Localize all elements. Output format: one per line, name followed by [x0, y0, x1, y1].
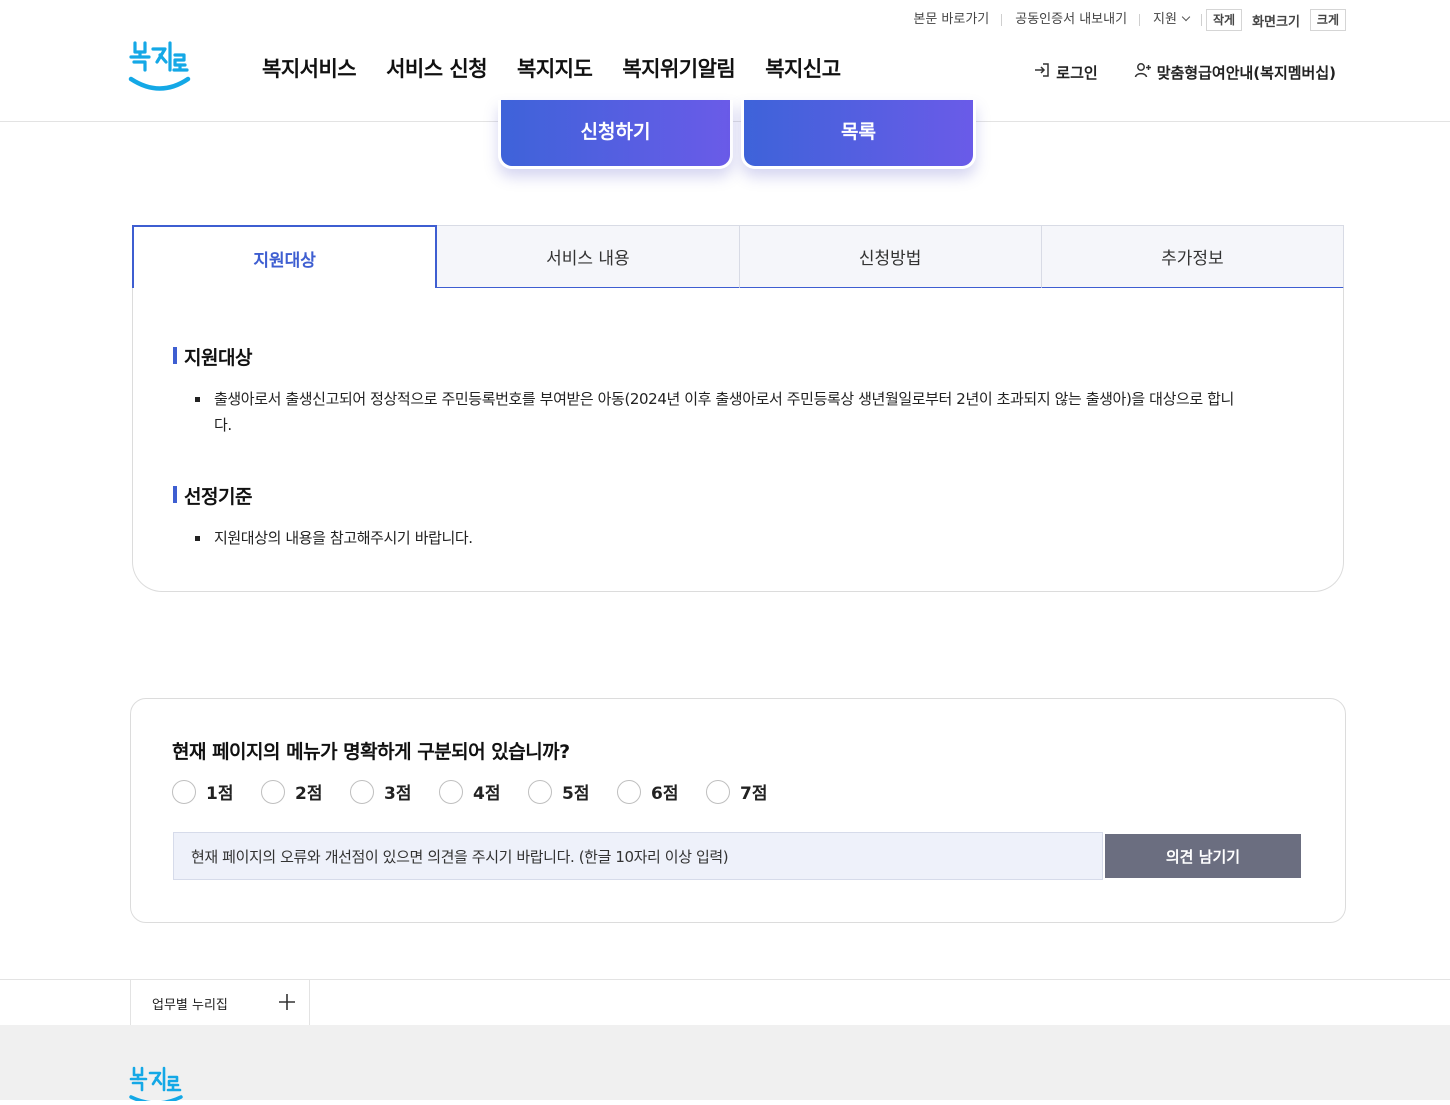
rating-option-2[interactable]: 2점 — [261, 779, 350, 804]
radio-button[interactable] — [439, 779, 463, 804]
target-description-continuation: 다. — [214, 416, 232, 434]
boksiro-logo[interactable] — [128, 40, 192, 94]
rating-option-1[interactable]: 1점 — [172, 779, 261, 804]
site-footer — [0, 1025, 1450, 1105]
rating-label: 1점 — [206, 784, 234, 804]
rating-label: 2점 — [295, 784, 323, 804]
list-item: 출생아로서 출생신고되어 정상적으로 주민등록번호를 부여받은 아동(2024년… — [195, 386, 1295, 438]
nav-welfare-map[interactable]: 복지지도 — [517, 53, 593, 83]
list-button[interactable]: 목록 — [741, 100, 976, 169]
tab-apply-method[interactable]: 신청방법 — [739, 225, 1042, 289]
user-add-icon — [1134, 61, 1152, 83]
radio-button[interactable] — [172, 779, 196, 804]
nav-welfare-report[interactable]: 복지신고 — [765, 53, 841, 83]
radio-button[interactable] — [528, 779, 552, 804]
login-icon — [1033, 61, 1051, 83]
satisfaction-survey: 현재 페이지의 메뉴가 명확하게 구분되어 있습니까? 1점 2점 3점 4점 … — [130, 698, 1346, 923]
survey-question: 현재 페이지의 메뉴가 명확하게 구분되어 있습니까? — [172, 741, 570, 763]
agency-sites-label: 업무별 누리집 — [152, 997, 228, 1013]
action-buttons: 신청하기 목록 — [498, 100, 976, 169]
list-item: 지원대상의 내용을 참고해주시기 바랍니다. — [195, 525, 1295, 551]
rating-label: 5점 — [562, 784, 590, 804]
rating-label: 4점 — [473, 784, 501, 804]
font-larger-button[interactable]: 크게 — [1309, 9, 1346, 31]
section-title-criteria: 선정기준 — [173, 482, 252, 509]
agency-sites-toggle[interactable]: 업무별 누리집 — [130, 980, 310, 1026]
radio-button[interactable] — [617, 779, 641, 804]
main-nav: 복지서비스 서비스 신청 복지지도 복지위기알림 복지신고 — [262, 53, 841, 83]
tab-target[interactable]: 지원대상 — [132, 225, 438, 289]
skip-to-content-link[interactable]: 본문 바로가기 — [900, 8, 1003, 32]
feedback-placeholder: 현재 페이지의 오류와 개선점이 있으면 의견을 주시기 바랍니다. (한글 1… — [191, 847, 729, 866]
rating-label: 6점 — [651, 784, 679, 804]
rating-option-5[interactable]: 5점 — [528, 779, 617, 804]
rating-label: 7점 — [740, 784, 768, 804]
nav-crisis-alert[interactable]: 복지위기알림 — [622, 53, 735, 83]
tab-panel: 지원대상 출생아로서 출생신고되어 정상적으로 주민등록번호를 부여받은 아동(… — [132, 288, 1344, 592]
radio-button[interactable] — [706, 779, 730, 804]
support-dropdown[interactable]: 지원 — [1140, 8, 1202, 32]
target-description-line: 출생아로서 출생신고되어 정상적으로 주민등록번호를 부여받은 아동(2024년… — [214, 390, 1234, 408]
chevron-down-icon — [1181, 12, 1191, 22]
feedback-input[interactable]: 현재 페이지의 오류와 개선점이 있으면 의견을 주시기 바랍니다. (한글 1… — [173, 832, 1103, 880]
membership-link[interactable]: 맞춤형급여안내(복지멤버십) — [1134, 61, 1336, 83]
membership-label: 맞춤형급여안내(복지멤버십) — [1156, 63, 1336, 82]
login-label: 로그인 — [1056, 63, 1098, 82]
tab-additional-info[interactable]: 추가정보 — [1041, 225, 1344, 289]
footer-link-bar: 업무별 누리집 — [0, 979, 1450, 1026]
info-tabs: 지원대상 서비스 내용 신청방법 추가정보 — [132, 225, 1344, 289]
font-smaller-button[interactable]: 작게 — [1205, 9, 1243, 31]
header-user-menu: 로그인 맞춤형급여안내(복지멤버십) — [1033, 61, 1336, 83]
footer-logo — [128, 1065, 184, 1105]
rating-label: 3점 — [384, 784, 412, 804]
support-label: 지원 — [1153, 12, 1177, 27]
radio-button[interactable] — [261, 779, 285, 804]
survey-options: 1점 2점 3점 4점 5점 6점 7점 — [172, 779, 795, 804]
rating-option-4[interactable]: 4점 — [439, 779, 528, 804]
font-size-control: 작게 화면크기 크게 — [1205, 9, 1346, 31]
section-title-target: 지원대상 — [173, 343, 252, 370]
font-size-label: 화면크기 — [1252, 14, 1300, 30]
nav-service-apply[interactable]: 서비스 신청 — [386, 53, 487, 83]
nav-welfare-service[interactable]: 복지서비스 — [262, 53, 357, 83]
radio-button[interactable] — [350, 779, 374, 804]
criteria-description: 지원대상의 내용을 참고해주시기 바랍니다. — [214, 529, 473, 547]
tab-service-content[interactable]: 서비스 내용 — [437, 225, 740, 289]
rating-option-7[interactable]: 7점 — [706, 779, 795, 804]
rating-option-3[interactable]: 3점 — [350, 779, 439, 804]
rating-option-6[interactable]: 6점 — [617, 779, 706, 804]
apply-button[interactable]: 신청하기 — [498, 100, 733, 169]
utility-bar: 본문 바로가기 공동인증서 내보내기 지원 작게 화면크기 크게 — [900, 8, 1346, 32]
cert-export-link[interactable]: 공동인증서 내보내기 — [1002, 8, 1140, 32]
plus-icon — [279, 994, 295, 1010]
submit-feedback-button[interactable]: 의견 남기기 — [1105, 834, 1301, 878]
login-link[interactable]: 로그인 — [1033, 61, 1098, 83]
